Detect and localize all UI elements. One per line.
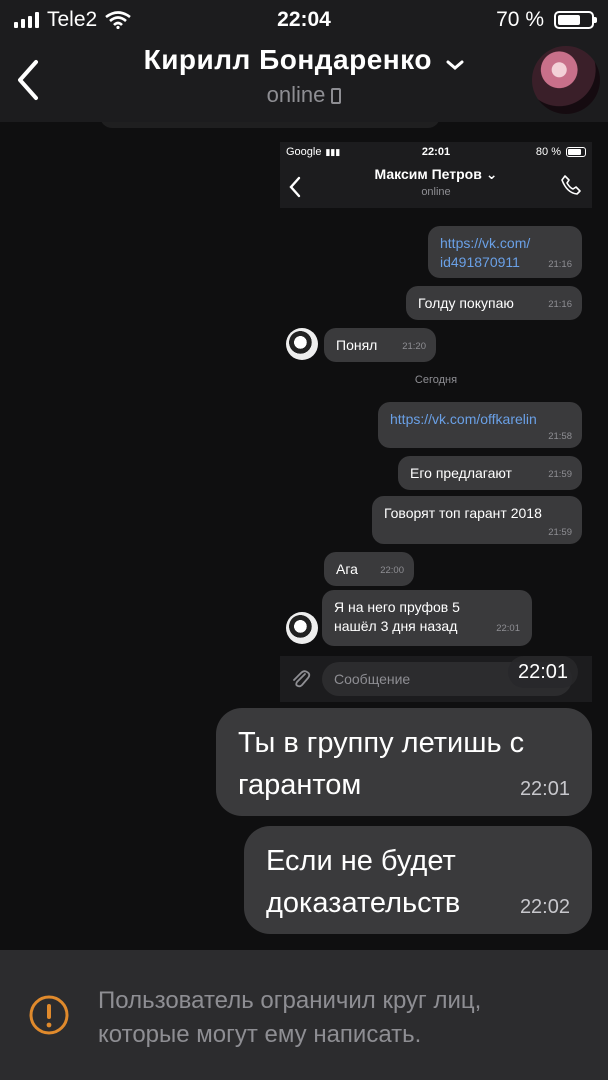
battery-icon [554, 11, 597, 29]
message-time: 22:01 [519, 778, 570, 800]
screenshot-avatar [286, 328, 318, 360]
restriction-banner: Пользователь ограничил круг лиц, которые… [0, 950, 608, 1080]
message-text: Если не будет доказательств [266, 845, 461, 920]
message-list[interactable]: Google ▮▮▮ 22:01 80 % Максим Петров ⌄ on… [0, 122, 608, 950]
screenshot-message: https://vk.com/offkarelin 21:58 [378, 402, 582, 448]
screenshot-battery-percent: 80 % [535, 146, 561, 158]
screenshot-message: https://vk.com/ id491870911 21:16 [428, 226, 582, 278]
image-timestamp: 22:01 [508, 656, 578, 688]
attached-screenshot[interactable]: Google ▮▮▮ 22:01 80 % Максим Петров ⌄ on… [280, 142, 592, 702]
screenshot-battery-icon [566, 147, 586, 157]
screenshot-message: Его предлагают 21:59 [398, 456, 582, 490]
screenshot-message: Понял 21:20 [324, 328, 436, 362]
chat-title[interactable]: Кирилл Бондаренко [144, 44, 432, 75]
paperclip-icon [293, 670, 311, 688]
status-right: 70 % [496, 8, 597, 32]
battery-percent: 70 % [496, 8, 544, 31]
screenshot-message: Я на него пруфов 5 нашёл 3 дня назад 22:… [322, 590, 532, 646]
phone-call-icon [561, 175, 581, 195]
avatar[interactable] [532, 46, 600, 114]
chat-title-group[interactable]: Кирилл Бондаренко online [0, 44, 608, 108]
mobile-icon [331, 88, 342, 105]
screenshot-message: Голду покупаю 21:16 [406, 286, 582, 320]
message-bubble[interactable]: Ты в группу летишь с гарантом 22:01 [216, 708, 592, 816]
screenshot-status-bar: Google ▮▮▮ 22:01 80 % [280, 142, 592, 164]
message-text: Ты в группу летишь с гарантом [238, 727, 525, 802]
day-divider: Сегодня [414, 374, 458, 386]
warning-icon [29, 995, 69, 1035]
online-status: online [266, 82, 326, 107]
screenshot-message: Ага 22:00 [324, 552, 414, 586]
screenshot-title: Максим Петров [374, 166, 482, 182]
screenshot-subtitle: online [421, 186, 451, 198]
screenshot-header: Максим Петров ⌄ online [280, 164, 592, 208]
message-bubble[interactable]: Если не будет доказательств 22:02 [244, 826, 592, 934]
screenshot-message: Говорят топ гарант 2018 21:59 [372, 496, 582, 544]
chat-header: Кирилл Бондаренко online [0, 40, 608, 122]
status-bar: Tele2 22:04 70 % [0, 0, 608, 40]
screenshot-avatar [286, 612, 318, 644]
message-time: 22:02 [519, 896, 570, 918]
previous-message-edge [100, 122, 440, 128]
restriction-notice: Пользователь ограничил круг лиц, которые… [98, 987, 482, 1048]
chevron-down-icon[interactable] [446, 59, 464, 71]
